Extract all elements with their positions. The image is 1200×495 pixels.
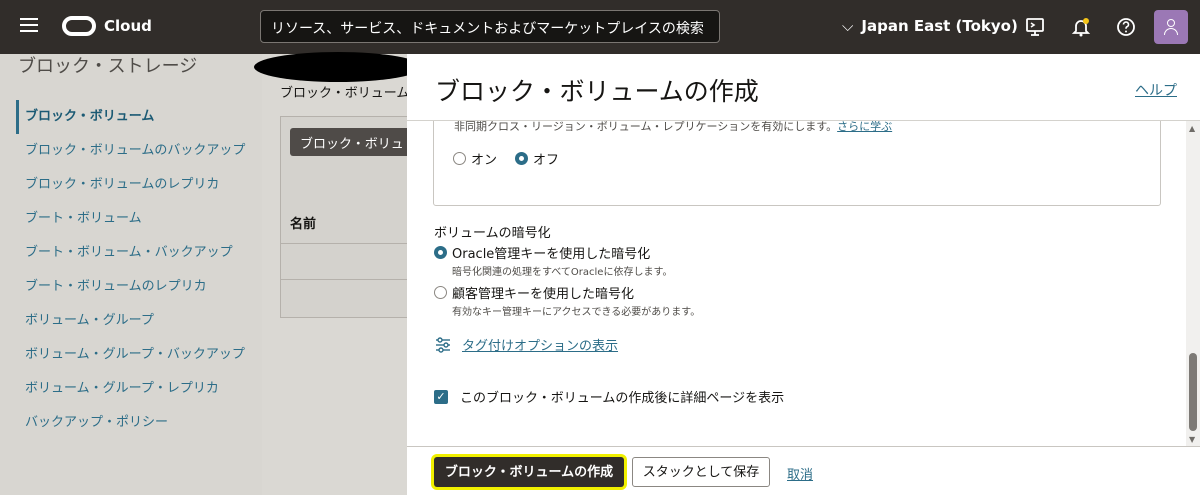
sidebar-item-backup-policies[interactable]: バックアップ・ポリシー — [16, 413, 252, 432]
background-page: ブロック・ボリューム ブロック・ボリュ 名前 — [262, 54, 430, 495]
customer-key-description: 有効なキー管理キーにアクセスできる必要があります。 — [452, 307, 701, 318]
volumes-table-panel: ブロック・ボリュ 名前 — [280, 116, 430, 318]
scroll-down-arrow-icon[interactable]: ▼ — [1189, 435, 1195, 444]
radio-checked-icon — [515, 152, 528, 165]
scroll-thumb[interactable] — [1189, 353, 1197, 431]
save-as-stack-button[interactable]: スタックとして保存 — [632, 457, 770, 487]
help-icon[interactable] — [1115, 16, 1137, 38]
scrollbar[interactable]: ▲ ▼ — [1186, 121, 1200, 446]
learn-more-link[interactable]: さらに学ぶ — [837, 121, 892, 133]
menu-icon[interactable] — [20, 18, 38, 32]
form-scroll-area: 非同期クロス・リージョン・ボリューム・レプリケーションを有効にします。さらに学ぶ… — [407, 121, 1200, 446]
cloud-shell-icon[interactable] — [1024, 16, 1046, 38]
search-input[interactable]: リソース、サービス、ドキュメントおよびマーケットプレイスの検索 — [260, 10, 720, 43]
radio-unchecked-icon — [434, 286, 447, 299]
page-heading: ブロック・ボリューム — [280, 86, 410, 101]
checkmark-icon: ✓ — [434, 389, 448, 404]
sliders-icon — [436, 336, 450, 353]
table-divider — [281, 279, 421, 280]
oracle-managed-key-radio[interactable]: Oracle管理キーを使用した暗号化 — [434, 243, 650, 262]
sidebar-item-boot-volume-replicas[interactable]: ブート・ボリュームのレプリカ — [16, 277, 252, 296]
radio-checked-icon — [434, 246, 447, 259]
name-column-header[interactable]: 名前 — [290, 213, 316, 232]
sidebar-item-volume-group-replicas[interactable]: ボリューム・グループ・レプリカ — [16, 379, 252, 398]
scroll-up-arrow-icon[interactable]: ▲ — [1189, 124, 1195, 133]
sidebar-item-block-volumes[interactable]: ブロック・ボリューム — [16, 100, 252, 134]
tagging-link-label: タグ付けオプションの表示 — [462, 339, 619, 354]
view-details-checkbox[interactable]: ✓ このブロック・ボリュームの作成後に詳細ページを表示 — [434, 387, 784, 406]
region-label: Japan East (Tokyo) — [861, 17, 1018, 35]
help-link[interactable]: ヘルプ — [1135, 80, 1177, 100]
replication-section: 非同期クロス・リージョン・ボリューム・レプリケーションを有効にします。さらに学ぶ… — [433, 121, 1161, 206]
panel-footer: ブロック・ボリュームの作成 スタックとして保存 取消 — [407, 446, 1200, 495]
top-header-bar: Cloud リソース、サービス、ドキュメントおよびマーケットプレイスの検索 ⌵ J… — [0, 0, 1200, 54]
sidebar-item-block-volume-replicas[interactable]: ブロック・ボリュームのレプリカ — [16, 175, 252, 194]
show-tagging-options-link[interactable]: タグ付けオプションの表示 — [434, 335, 618, 354]
profile-avatar[interactable] — [1154, 10, 1188, 44]
customer-managed-key-radio[interactable]: 顧客管理キーを使用した暗号化 — [434, 283, 634, 302]
notifications-icon[interactable] — [1070, 16, 1092, 38]
nav-title: ブロック・ストレージ — [18, 56, 198, 77]
view-details-label: このブロック・ボリュームの作成後に詳細ページを表示 — [460, 391, 785, 406]
region-selector[interactable]: ⌵ Japan East (Tokyo) — [842, 17, 1018, 35]
sidebar-item-block-volume-backups[interactable]: ブロック・ボリュームのバックアップ — [16, 141, 252, 160]
sidebar-item-boot-volumes[interactable]: ブート・ボリューム — [16, 209, 252, 228]
sidebar-item-volume-groups[interactable]: ボリューム・グループ — [16, 311, 252, 330]
replication-on-radio[interactable]: オン — [453, 149, 497, 168]
panel-title: ブロック・ボリュームの作成 — [435, 77, 759, 106]
oracle-key-description: 暗号化関連の処理をすべてOracleに依存します。 — [452, 267, 673, 278]
nav-list: ブロック・ボリューム ブロック・ボリュームのバックアップ ブロック・ボリュームの… — [16, 100, 252, 447]
chevron-down-icon: ⌵ — [842, 17, 854, 35]
table-divider — [281, 243, 421, 244]
sidebar-item-volume-group-backups[interactable]: ボリューム・グループ・バックアップ — [16, 345, 252, 364]
left-navigation: ブロック・ストレージ ブロック・ボリューム ブロック・ボリュームのバックアップ … — [0, 54, 262, 495]
replication-off-radio[interactable]: オフ — [515, 149, 559, 168]
redaction-mark — [254, 52, 422, 82]
sidebar-item-boot-volume-backups[interactable]: ブート・ボリューム・バックアップ — [16, 243, 252, 262]
replication-description: 非同期クロス・リージョン・ボリューム・レプリケーションを有効にします。さらに学ぶ — [454, 121, 893, 133]
create-block-volume-panel: ブロック・ボリュームの作成 ヘルプ 非同期クロス・リージョン・ボリューム・レプリ… — [407, 54, 1200, 495]
radio-unchecked-icon — [453, 152, 466, 165]
create-block-volume-button[interactable]: ブロック・ボリュームの作成 — [434, 457, 624, 487]
cancel-link[interactable]: 取消 — [787, 464, 813, 483]
encryption-label: ボリュームの暗号化 — [434, 226, 551, 241]
oracle-logo-icon[interactable] — [62, 16, 96, 36]
brand-text[interactable]: Cloud — [104, 17, 152, 35]
user-icon — [1167, 19, 1175, 27]
